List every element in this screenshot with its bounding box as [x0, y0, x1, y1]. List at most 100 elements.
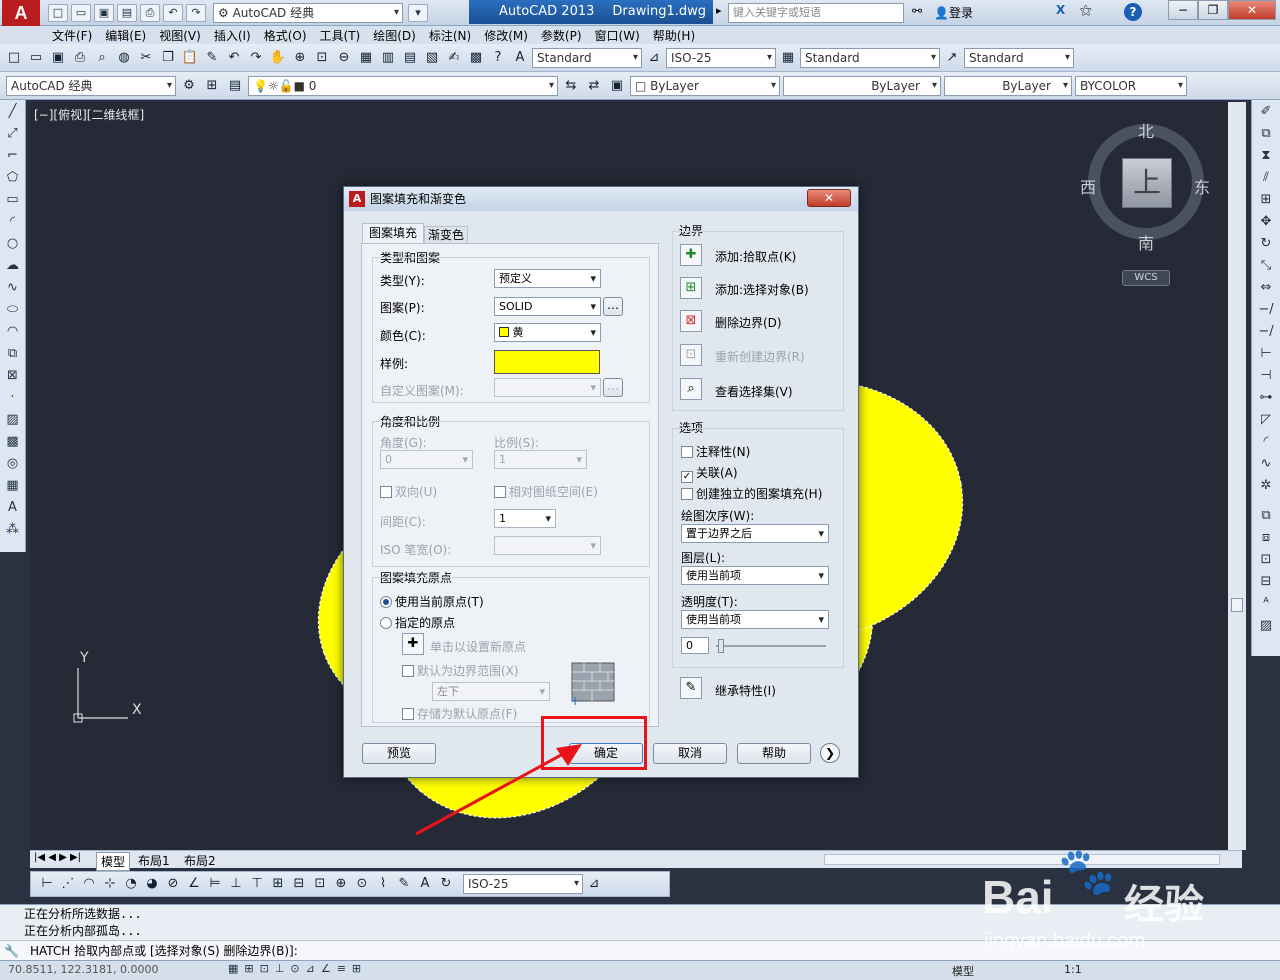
- properties-icon[interactable]: ▦: [356, 48, 376, 68]
- scale-select[interactable]: 1: [494, 450, 587, 469]
- dim-edit-icon[interactable]: ✎: [394, 874, 414, 894]
- independent-checkbox[interactable]: 创建独立的图案填充(H): [681, 485, 822, 502]
- layer-state-icon[interactable]: ▣: [607, 76, 627, 96]
- paste-icon[interactable]: 📋: [180, 48, 200, 68]
- annotative-checkbox[interactable]: 注释性(N): [681, 443, 750, 460]
- remove-boundary-button[interactable]: 删除边界(D): [715, 314, 782, 331]
- insert-block-icon[interactable]: ⧉: [3, 344, 23, 364]
- tool-palettes-icon[interactable]: ▤: [400, 48, 420, 68]
- tab-layout2[interactable]: 布局2: [180, 852, 220, 869]
- binoculars-icon[interactable]: ⚯: [912, 4, 922, 18]
- dim-style-select[interactable]: ISO-25: [666, 47, 776, 68]
- menu-item[interactable]: 修改(M): [484, 27, 541, 44]
- draworder-front-icon[interactable]: ⧉: [1256, 506, 1276, 526]
- point-icon[interactable]: ·: [3, 388, 23, 408]
- aligned-dim-icon[interactable]: ⋰: [58, 874, 78, 894]
- tab-layout1[interactable]: 布局1: [134, 852, 174, 869]
- draworder-above-icon[interactable]: ⊡: [1256, 550, 1276, 570]
- sheet-set-icon[interactable]: ▧: [422, 48, 442, 68]
- angle-select[interactable]: 0: [380, 450, 473, 469]
- add-select-objects-icon[interactable]: ⊞: [680, 277, 702, 299]
- menu-item[interactable]: 视图(V): [159, 27, 214, 44]
- annotation-scale[interactable]: 1:1: [1064, 963, 1082, 976]
- text-front-icon[interactable]: ᴬ: [1256, 594, 1276, 614]
- help-icon[interactable]: ?: [1124, 3, 1142, 21]
- view-selection-button[interactable]: 查看选择集(V): [715, 383, 793, 400]
- star-icon[interactable]: ⚝: [1080, 3, 1092, 18]
- restore-button[interactable]: ❐: [1198, 0, 1228, 20]
- specified-radio[interactable]: 指定的原点: [380, 614, 455, 631]
- arc-icon[interactable]: ◜: [3, 212, 23, 232]
- erase-icon[interactable]: ✐: [1256, 102, 1276, 122]
- redo-icon[interactable]: ↷: [186, 4, 206, 22]
- new-icon[interactable]: □: [48, 4, 68, 22]
- circle-icon[interactable]: ○: [3, 234, 23, 254]
- relative-checkbox[interactable]: 相对图纸空间(E): [494, 483, 598, 500]
- workspace-customize-icon[interactable]: ⊞: [202, 76, 222, 96]
- explode-icon[interactable]: ✲: [1256, 476, 1276, 496]
- markup-icon[interactable]: ✍: [444, 48, 464, 68]
- origin-position-select[interactable]: 左下: [432, 682, 550, 701]
- region-icon[interactable]: ◎: [3, 454, 23, 474]
- ellipse-icon[interactable]: ⬭: [3, 300, 23, 320]
- viewcube-top-face[interactable]: 上: [1122, 158, 1172, 208]
- new-icon[interactable]: □: [4, 48, 24, 68]
- blend-icon[interactable]: ∿: [1256, 454, 1276, 474]
- menu-item[interactable]: 参数(P): [541, 27, 595, 44]
- save-icon[interactable]: ▣: [94, 4, 114, 22]
- cancel-button[interactable]: 取消: [653, 743, 727, 764]
- jogged-linear-icon[interactable]: ⌇: [373, 874, 393, 894]
- compass-south[interactable]: 南: [1138, 230, 1154, 254]
- application-menu-button[interactable]: A: [2, 0, 40, 26]
- quick-dim-icon[interactable]: ⊨: [205, 874, 225, 894]
- tab-model[interactable]: 模型: [96, 852, 131, 871]
- transparency-value[interactable]: 0: [681, 637, 709, 654]
- undo-icon[interactable]: ↶: [224, 48, 244, 68]
- polygon-icon[interactable]: ⬠: [3, 168, 23, 188]
- exchange-icon[interactable]: X: [1056, 3, 1065, 17]
- menu-item[interactable]: 标注(N): [429, 27, 484, 44]
- join-icon[interactable]: ⊶: [1256, 388, 1276, 408]
- arc-length-icon[interactable]: ◠: [79, 874, 99, 894]
- transparency-slider[interactable]: [716, 645, 826, 647]
- menu-item[interactable]: 工具(T): [320, 27, 374, 44]
- add-pick-point-icon[interactable]: ✚: [680, 244, 702, 266]
- transparency-slider-thumb[interactable]: [718, 639, 724, 653]
- baseline-icon[interactable]: ⊥: [226, 874, 246, 894]
- mleader-style-select[interactable]: Standard: [964, 47, 1074, 68]
- publish-icon[interactable]: ◍: [114, 48, 134, 68]
- undo-icon[interactable]: ↶: [163, 4, 183, 22]
- wrench-icon[interactable]: 🔧: [4, 941, 19, 961]
- drafting-toggles-icon[interactable]: ▦⊞⊡⊥⊙⊿∠≡⊞: [228, 962, 367, 975]
- gradient-icon[interactable]: ▩: [3, 432, 23, 452]
- trim-icon[interactable]: −/: [1256, 300, 1276, 320]
- dim-style-select[interactable]: ISO-25: [463, 874, 583, 894]
- pattern-browse-button[interactable]: …: [603, 297, 623, 316]
- custom-browse-button[interactable]: …: [603, 378, 623, 397]
- dim-style-icon[interactable]: ⊿: [584, 874, 604, 894]
- workspace-settings-icon[interactable]: ⚙: [179, 76, 199, 96]
- angular-icon[interactable]: ∠: [184, 874, 204, 894]
- type-select[interactable]: 预定义: [494, 269, 601, 288]
- linear-dim-icon[interactable]: ⊢: [37, 874, 57, 894]
- set-origin-icon[interactable]: ✚: [402, 633, 424, 655]
- ordinate-icon[interactable]: ⊹: [100, 874, 120, 894]
- diameter-icon[interactable]: ⊘: [163, 874, 183, 894]
- construction-line-icon[interactable]: ⤢: [3, 124, 23, 144]
- compass-west[interactable]: 西: [1080, 174, 1096, 198]
- layer-manager-icon[interactable]: ▤: [225, 76, 245, 96]
- tab-gradient[interactable]: 渐变色: [424, 226, 468, 244]
- scale-icon[interactable]: ⤡: [1256, 256, 1276, 276]
- redo-icon[interactable]: ↷: [246, 48, 266, 68]
- calculator-icon[interactable]: ▩: [466, 48, 486, 68]
- rotate-icon[interactable]: ↻: [1256, 234, 1276, 254]
- menu-item[interactable]: 编辑(E): [105, 27, 159, 44]
- color-select[interactable]: □ ByLayer: [630, 75, 780, 96]
- break-point-icon[interactable]: ⊢: [1256, 344, 1276, 364]
- associative-checkbox[interactable]: ✓ 关联(A): [681, 464, 738, 483]
- mtext-icon[interactable]: A: [3, 498, 23, 518]
- stretch-icon[interactable]: ⇔: [1256, 278, 1276, 298]
- layer-select[interactable]: 使用当前项: [681, 566, 829, 585]
- continue-icon[interactable]: ⊤: [247, 874, 267, 894]
- save-as-icon[interactable]: ▤: [117, 4, 137, 22]
